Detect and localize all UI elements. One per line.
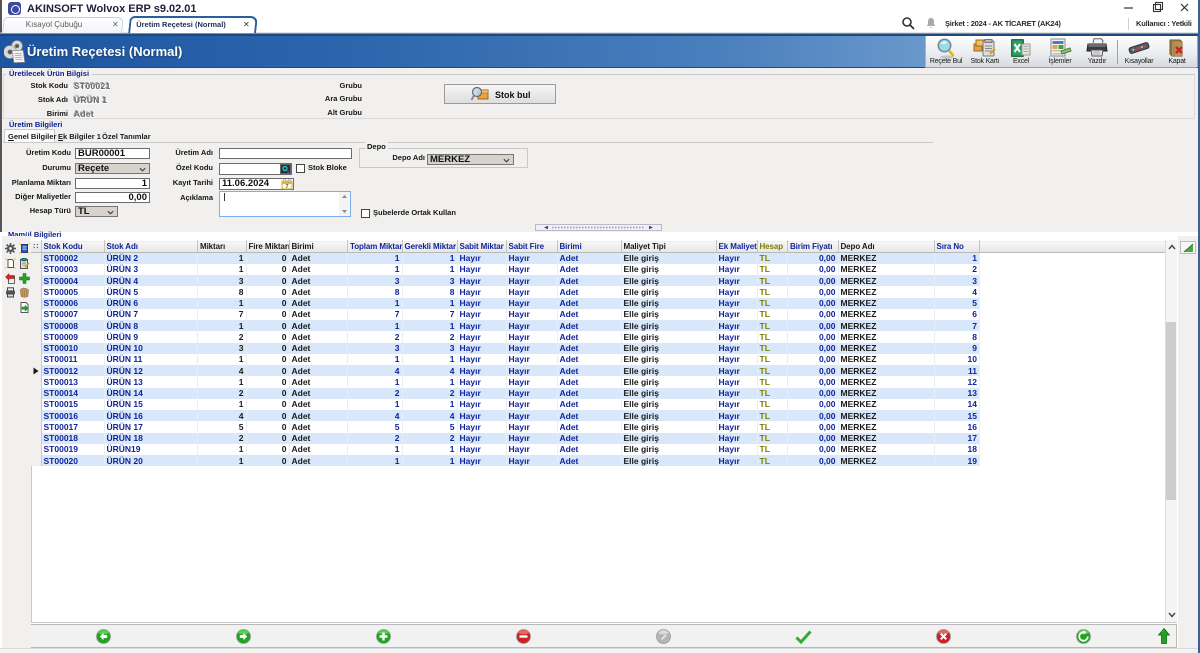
svg-text:7: 7	[285, 184, 288, 190]
